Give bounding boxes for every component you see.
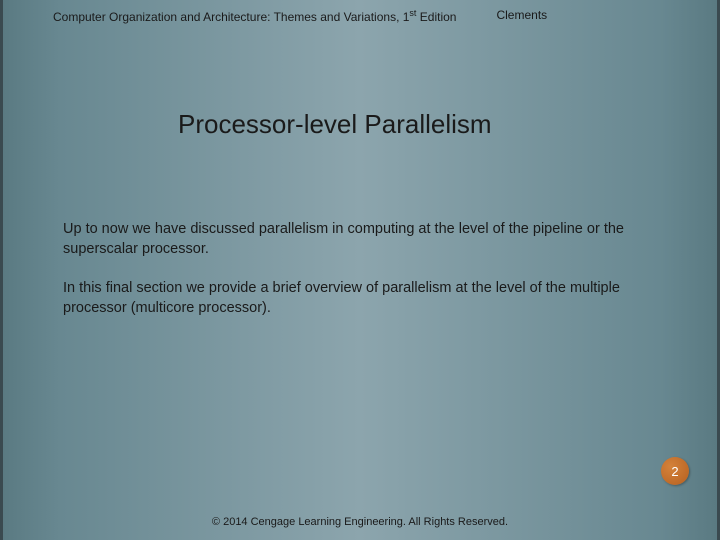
- paragraph-2: In this final section we provide a brief…: [63, 279, 657, 318]
- book-title: Computer Organization and Architecture: …: [53, 8, 456, 24]
- author-name: Clements: [496, 8, 547, 24]
- slide-title: Processor-level Parallelism: [3, 24, 717, 140]
- page-number-badge: 2: [661, 457, 689, 485]
- paragraph-1: Up to now we have discussed parallelism …: [63, 220, 657, 259]
- slide-header: Computer Organization and Architecture: …: [3, 0, 717, 24]
- page-number-value: 2: [671, 464, 678, 479]
- slide-container: Computer Organization and Architecture: …: [0, 0, 720, 540]
- book-title-prefix: Computer Organization and Architecture: …: [53, 10, 409, 24]
- copyright-footer: © 2014 Cengage Learning Engineering. All…: [3, 516, 717, 528]
- book-title-suffix: Edition: [416, 10, 456, 24]
- slide-body: Up to now we have discussed parallelism …: [3, 140, 717, 318]
